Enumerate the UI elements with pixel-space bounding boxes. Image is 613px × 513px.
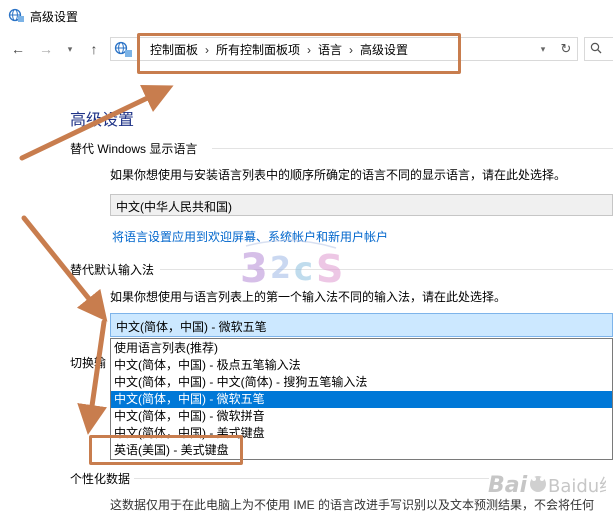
svg-text:c: c: [294, 250, 313, 288]
annotation-box-us-keyboard: [89, 435, 243, 465]
forward-arrow-icon[interactable]: →: [38, 41, 54, 57]
baidu-watermark-text: Baidu经验: [548, 476, 606, 497]
svg-text:3: 3: [240, 246, 268, 292]
dropdown-option-highlighted[interactable]: 中文(简体，中国) - 微软五笔: [111, 391, 612, 408]
title-bar: 高级设置: [0, 0, 613, 30]
display-language-select[interactable]: 中文(中华人民共和国): [110, 194, 613, 216]
display-language-description: 如果你想使用与安装语言列表中的顺序所确定的语言不同的显示语言，请在此处选择。: [110, 168, 567, 182]
annotation-arrow-to-us-keyboard: [77, 319, 107, 435]
section-divider: [134, 478, 489, 479]
watermark-logo: 3 2 c S: [240, 239, 343, 292]
svg-text:Bai: Bai: [488, 473, 528, 498]
dropdown-option[interactable]: 中文(简体，中国) - 微软拼音: [111, 408, 612, 425]
refresh-icon[interactable]: ↻: [558, 41, 574, 57]
dropdown-option[interactable]: 中文(简体，中国) - 极点五笔输入法: [111, 357, 612, 374]
window-title: 高级设置: [30, 10, 79, 24]
search-icon[interactable]: [590, 42, 602, 54]
up-arrow-icon[interactable]: ↑: [86, 41, 102, 57]
dropdown-option[interactable]: 使用语言列表(推荐): [111, 340, 612, 357]
section-divider: [212, 148, 613, 149]
input-method-label: 替代默认输入法: [70, 263, 155, 277]
input-method-select[interactable]: 中文(简体，中国) - 微软五笔: [110, 313, 613, 337]
section-divider: [160, 269, 613, 270]
baidu-watermark: Bai Baidu经验: [488, 473, 606, 498]
personalization-label: 个性化数据: [70, 472, 131, 486]
annotation-box-breadcrumb: [137, 33, 461, 74]
back-arrow-icon[interactable]: ←: [10, 41, 26, 57]
display-language-label: 替代 Windows 显示语言: [70, 142, 198, 156]
svg-text:S: S: [316, 247, 343, 291]
svg-text:2: 2: [270, 251, 291, 286]
language-settings-icon: [8, 8, 24, 22]
dropdown-option[interactable]: 中文(简体，中国) - 中文(简体) - 搜狗五笔输入法: [111, 374, 612, 391]
page-title: 高级设置: [70, 112, 135, 129]
control-panel-icon: [114, 41, 132, 57]
switch-input-label: 切换输: [70, 356, 107, 370]
address-dropdown-chevron-icon[interactable]: ▾: [536, 41, 550, 57]
recent-locations-chevron-icon[interactable]: ▾: [62, 41, 78, 57]
